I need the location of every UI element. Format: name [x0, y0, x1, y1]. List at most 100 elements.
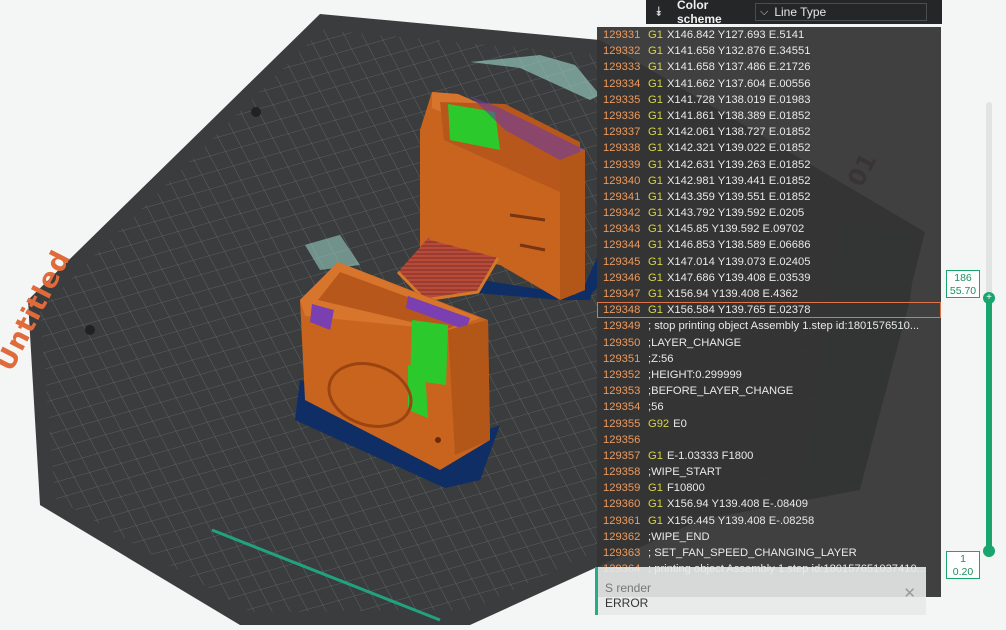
gcode-text: X147.686 Y139.408 E.03539: [666, 271, 811, 284]
gcode-line[interactable]: 129336 G1 X141.861 Y138.389 E.01852: [597, 108, 941, 124]
gcode-line-number: 129361: [603, 514, 641, 527]
gcode-line[interactable]: 129360 G1 X156.94 Y139.408 E-.08409: [597, 496, 941, 512]
gcode-line[interactable]: 129335 G1 X141.728 Y138.019 E.01983: [597, 92, 941, 108]
gcode-text: X143.359 Y139.551 E.01852: [666, 190, 811, 203]
gcode-command: G1: [648, 109, 663, 122]
gcode-line[interactable]: 129340 G1 X142.981 Y139.441 E.01852: [597, 173, 941, 189]
gcode-line[interactable]: 129356: [597, 432, 941, 448]
gcode-text: ;WIPE_END: [648, 530, 710, 543]
gcode-line[interactable]: 129344 G1 X146.853 Y138.589 E.06686: [597, 237, 941, 253]
gcode-command: G1: [648, 271, 663, 284]
gcode-command: G1: [648, 255, 663, 268]
gcode-command: G1: [648, 207, 663, 220]
gcode-line[interactable]: 129338 G1 X142.321 Y139.022 E.01852: [597, 140, 941, 156]
gcode-text: X146.842 Y127.693 E.5141: [666, 29, 805, 41]
gcode-line[interactable]: 129358 ;WIPE_START: [597, 464, 941, 480]
gcode-command: G1: [648, 498, 663, 511]
gcode-line[interactable]: 129331 G1 X146.842 Y127.693 E.5141: [597, 27, 941, 43]
gcode-line-number: 129331: [603, 29, 641, 41]
collapse-chevron-icon[interactable]: ⯯: [655, 4, 669, 20]
gcode-line[interactable]: 129334 G1 X141.662 Y137.604 E.00556: [597, 76, 941, 92]
gcode-text: F10800: [666, 482, 705, 495]
gcode-text: ;LAYER_CHANGE: [648, 336, 742, 349]
gcode-line-number: 129350: [603, 336, 641, 349]
gcode-command: G1: [648, 29, 663, 41]
gcode-line[interactable]: 129349 ; stop printing object Assembly 1.…: [597, 318, 941, 334]
gcode-line-number: 129348: [603, 304, 641, 317]
gcode-text: ;Z:56: [648, 352, 674, 365]
gcode-line[interactable]: 129333 G1 X141.658 Y137.486 E.21726: [597, 59, 941, 75]
gcode-line-number: 129358: [603, 466, 641, 479]
chevron-down-icon: ⌵: [760, 5, 769, 18]
gcode-command: G1: [648, 239, 663, 252]
gcode-line[interactable]: 129345 G1 X147.014 Y139.073 E.02405: [597, 254, 941, 270]
gcode-line-number: 129338: [603, 142, 641, 155]
gcode-line-number: 129346: [603, 271, 641, 284]
gcode-line[interactable]: 129347 G1 X156.94 Y139.408 E.4362: [597, 286, 941, 302]
gcode-command: G1: [648, 223, 663, 236]
bottom-layer-number: 1: [960, 553, 966, 565]
gcode-line[interactable]: 129359 G1 F10800: [597, 480, 941, 496]
gcode-line[interactable]: 129353 ;BEFORE_LAYER_CHANGE: [597, 383, 941, 399]
gcode-text: X141.728 Y138.019 E.01983: [666, 93, 811, 106]
top-layer-number: 186: [954, 272, 972, 284]
gcode-line[interactable]: 129363 ; SET_FAN_SPEED_CHANGING_LAYER: [597, 545, 941, 561]
gcode-line[interactable]: 129350 ;LAYER_CHANGE: [597, 335, 941, 351]
gcode-line[interactable]: 129362 ;WIPE_END: [597, 529, 941, 545]
color-scheme-value: Line Type: [774, 5, 827, 19]
gcode-line-number: 129344: [603, 239, 641, 252]
gcode-line[interactable]: 129351 ;Z:56: [597, 351, 941, 367]
color-scheme-dropdown[interactable]: ⌵ Line Type: [755, 3, 927, 21]
gcode-line[interactable]: 129354 ;56: [597, 399, 941, 415]
gcode-line[interactable]: 129339 G1 X142.631 Y139.263 E.01852: [597, 157, 941, 173]
notification-error-text: ERROR: [605, 596, 649, 610]
layer-slider-bottom-handle[interactable]: [983, 545, 995, 557]
gcode-text: X142.061 Y138.727 E.01852: [666, 126, 811, 139]
gcode-line-number: 129333: [603, 61, 641, 74]
gcode-line[interactable]: 129337 G1 X142.061 Y138.727 E.01852: [597, 124, 941, 140]
notification-text: S render: [605, 581, 652, 595]
gcode-line[interactable]: 129341 G1 X143.359 Y139.551 E.01852: [597, 189, 941, 205]
gcode-text: E-1.03333 F1800: [666, 449, 754, 462]
gcode-text: X141.861 Y138.389 E.01852: [666, 109, 811, 122]
gcode-line[interactable]: 129346 G1 X147.686 Y139.408 E.03539: [597, 270, 941, 286]
gcode-line-number: 129337: [603, 126, 641, 139]
bed-screw-icon: [251, 107, 261, 117]
gcode-line-number: 129336: [603, 109, 641, 122]
gcode-line-number: 129363: [603, 547, 641, 559]
gcode-line-number: 129343: [603, 223, 641, 236]
bed-screw-icon: [85, 325, 95, 335]
layer-slider-range: [986, 297, 992, 550]
gcode-line[interactable]: 129332 G1 X141.658 Y132.876 E.34551: [597, 43, 941, 59]
gcode-text: ; SET_FAN_SPEED_CHANGING_LAYER: [648, 547, 857, 559]
layer-slider-top-handle[interactable]: +: [983, 292, 995, 304]
gcode-viewer-panel[interactable]: 129331 G1 X146.842 Y127.693 E.5141 129332 G1…: [597, 27, 941, 597]
gcode-line[interactable]: 129343 G1 X145.85 Y139.592 E.09702: [597, 221, 941, 237]
gcode-command: G1: [648, 190, 663, 203]
gcode-text: X141.658 Y132.876 E.34551: [666, 45, 811, 58]
gcode-line[interactable]: 129361 G1 X156.445 Y139.408 E-.08258: [597, 513, 941, 529]
gcode-line-selected[interactable]: 129348 G1 X156.584 Y139.765 E.02378: [597, 302, 941, 319]
gcode-line-number: 129341: [603, 190, 641, 203]
gcode-text: ;HEIGHT:0.299999: [648, 368, 742, 381]
gcode-command: G1: [648, 142, 663, 155]
close-icon[interactable]: ✕: [903, 584, 916, 602]
gcode-text: X145.85 Y139.592 E.09702: [666, 223, 805, 236]
gcode-line-number: 129334: [603, 77, 641, 90]
gcode-text: X156.94 Y139.408 E.4362: [666, 288, 798, 300]
gcode-line[interactable]: 129355 G92 E0: [597, 416, 941, 432]
gcode-line-number: 129339: [603, 158, 641, 171]
gcode-line[interactable]: 129342 G1 X143.792 Y139.592 E.0205: [597, 205, 941, 221]
gcode-command: G1: [648, 158, 663, 171]
gcode-text: X146.853 Y138.589 E.06686: [666, 239, 811, 252]
gcode-line[interactable]: 129352 ;HEIGHT:0.299999: [597, 367, 941, 383]
gcode-line[interactable]: 129357 G1 E-1.03333 F1800: [597, 448, 941, 464]
gcode-command: G1: [648, 514, 663, 527]
gcode-line-number: 129351: [603, 352, 641, 365]
gcode-text: X143.792 Y139.592 E.0205: [666, 207, 805, 220]
gcode-command: G92: [648, 417, 670, 430]
gcode-text: E0: [673, 417, 687, 430]
gcode-line-number: 129353: [603, 385, 641, 398]
layer-top-readout: 186 55.70: [946, 270, 980, 298]
notification-box: S render ERROR ✕: [595, 567, 926, 615]
